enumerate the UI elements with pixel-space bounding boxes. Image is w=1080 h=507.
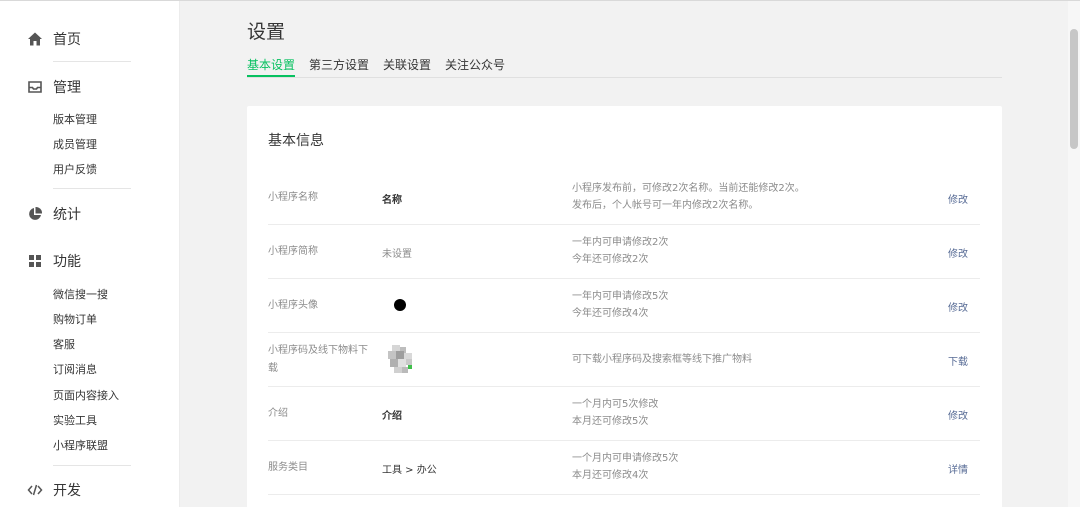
row-label: 小程序简称 — [268, 246, 318, 257]
nav-features[interactable]: 功能 — [27, 250, 81, 272]
sidebar-item-version[interactable]: 版本管理 — [53, 112, 97, 128]
row-value: 介绍 — [382, 411, 402, 422]
nav-manage-label: 管理 — [53, 80, 81, 96]
tab-third-party[interactable]: 第三方设置 — [309, 57, 369, 77]
sidebar-item-feedback[interactable]: 用户反馈 — [53, 162, 97, 178]
inbox-icon — [27, 79, 43, 95]
nav-stats[interactable]: 统计 — [27, 203, 81, 225]
sidebar-item-members[interactable]: 成员管理 — [53, 137, 97, 153]
nav-dev[interactable]: 开发 — [27, 479, 81, 501]
sidebar-item-service[interactable]: 客服 — [53, 337, 75, 353]
tab-association[interactable]: 关联设置 — [383, 57, 431, 77]
sidebar-item-content[interactable]: 页面内容接入 — [53, 388, 119, 404]
sidebar: 首页 管理 版本管理 成员管理 用户反馈 统计 功能 微信搜一搜 购物订单 客服… — [0, 1, 180, 507]
divider — [53, 61, 131, 62]
nav-home[interactable]: 首页 — [27, 28, 81, 50]
grid-icon — [27, 253, 43, 269]
table-row: 小程序码及线下物料下 载 可下载小程序码及搜索框等线下推广物料 下载 — [268, 333, 980, 387]
table-row: 服务类目 工具 > 办公 一个月内可申请修改5次 本月还可修改4次 详情 — [268, 441, 980, 495]
nav-manage[interactable]: 管理 — [27, 76, 81, 98]
tab-follow-account[interactable]: 关注公众号 — [445, 57, 505, 77]
row-desc: 可下载小程序码及搜索框等线下推广物料 — [572, 354, 752, 365]
basic-info-card: 基本信息 小程序名称 名称 小程序发布前，可修改2次名称。当前还能修改2次。 发… — [247, 106, 1002, 507]
qr-code-image — [386, 343, 418, 375]
row-desc: 一个月内可5次修改 本月还可修改5次 — [572, 399, 659, 427]
edit-intro-link[interactable]: 修改 — [948, 407, 968, 422]
home-icon — [27, 31, 43, 47]
edit-avatar-link[interactable]: 修改 — [948, 299, 968, 314]
nav-home-label: 首页 — [53, 32, 81, 48]
main-content: 设置 基本设置 第三方设置 关联设置 关注公众号 基本信息 小程序名称 名称 小… — [181, 1, 1068, 507]
edit-short-name-link[interactable]: 修改 — [948, 245, 968, 260]
download-link[interactable]: 下载 — [948, 353, 968, 368]
row-label: 小程序头像 — [268, 300, 318, 311]
sidebar-item-subscribe[interactable]: 订阅消息 — [53, 362, 97, 378]
row-desc: 一年内可申请修改2次 今年还可修改2次 — [572, 237, 669, 265]
sidebar-item-alliance[interactable]: 小程序联盟 — [53, 438, 108, 454]
divider — [53, 188, 131, 189]
row-value: 工具 > 办公 — [382, 465, 437, 476]
category-detail-link[interactable]: 详情 — [948, 461, 968, 476]
pie-chart-icon — [27, 206, 43, 222]
row-desc: 一个月内可申请修改5次 本月还可修改4次 — [572, 453, 679, 481]
table-row: 小程序名称 名称 小程序发布前，可修改2次名称。当前还能修改2次。 发布后，个人… — [268, 171, 980, 225]
scrollbar-thumb[interactable] — [1070, 29, 1078, 149]
code-icon — [27, 482, 43, 498]
row-desc: 小程序发布前，可修改2次名称。当前还能修改2次。 发布后，个人帐号可一年内修改2… — [572, 183, 805, 211]
nav-stats-label: 统计 — [53, 207, 81, 223]
nav-dev-label: 开发 — [53, 483, 81, 499]
row-value: 名称 — [382, 195, 402, 206]
sidebar-item-search[interactable]: 微信搜一搜 — [53, 287, 108, 303]
sidebar-item-lab[interactable]: 实验工具 — [53, 413, 97, 429]
row-value: 未设置 — [382, 249, 412, 260]
tab-basic[interactable]: 基本设置 — [247, 57, 296, 77]
scrollbar[interactable] — [1068, 1, 1080, 507]
row-label: 小程序名称 — [268, 192, 318, 203]
table-row: 介绍 介绍 一个月内可5次修改 本月还可修改5次 修改 — [268, 387, 980, 441]
row-label: 小程序码及线下物料下 载 — [268, 345, 368, 374]
page-title: 设置 — [247, 21, 286, 43]
tabs-divider — [247, 77, 1002, 78]
table-row: 小程序简称 未设置 一年内可申请修改2次 今年还可修改2次 修改 — [268, 225, 980, 279]
divider — [53, 465, 131, 466]
edit-name-link[interactable]: 修改 — [948, 191, 968, 206]
row-desc: 一年内可申请修改5次 今年还可修改4次 — [572, 291, 669, 319]
sidebar-item-orders[interactable]: 购物订单 — [53, 312, 97, 328]
nav-features-label: 功能 — [53, 254, 81, 270]
table-row: 小程序头像 一年内可申请修改5次 今年还可修改4次 修改 — [268, 279, 980, 333]
settings-tabs: 基本设置 第三方设置 关联设置 关注公众号 — [247, 57, 519, 77]
row-label: 介绍 — [268, 408, 288, 419]
row-label: 服务类目 — [268, 462, 308, 473]
card-title: 基本信息 — [268, 133, 324, 149]
avatar — [394, 299, 406, 311]
